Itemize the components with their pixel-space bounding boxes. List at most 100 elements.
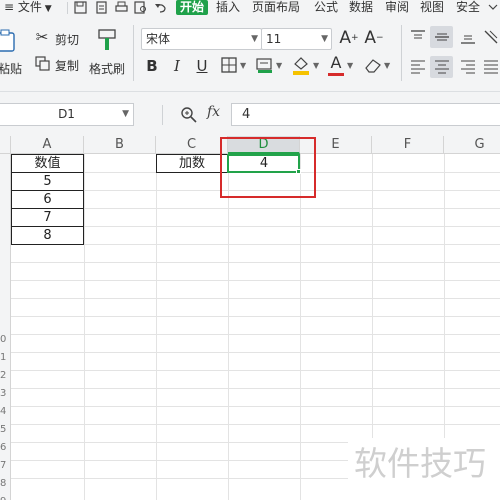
font-name-select[interactable]: 宋体 ▼ [141,28,262,50]
column-header-f[interactable]: F [372,136,444,154]
cut-button[interactable]: 剪切 [55,31,79,48]
chevron-down-icon[interactable] [488,2,498,12]
insert-function-button[interactable]: fx [207,104,220,120]
row-header[interactable]: 5 [0,424,11,442]
align-left-icon[interactable] [409,58,427,76]
menu-bar: ≡ 文件 ▼ 开始 插入 页面布局 公式 数据 审阅 视图 安全 [0,0,500,17]
formula-input[interactable]: 4 [231,103,500,126]
orientation-icon[interactable] [482,28,500,46]
chevron-down-icon[interactable]: ▼ [384,61,390,70]
cell-a4[interactable]: 7 [11,208,84,227]
chevron-down-icon: ▼ [321,34,328,44]
zoom-icon[interactable] [180,106,197,123]
row-header[interactable] [0,208,11,226]
column-header-c[interactable]: C [156,136,228,154]
font-size-select[interactable]: 11 ▼ [261,28,332,50]
gridline [228,154,229,500]
cell-c1[interactable]: 加数 [156,154,228,173]
bold-button[interactable]: B [143,56,161,76]
row-header[interactable]: 0 [0,334,11,352]
row-header[interactable] [0,172,11,190]
save-icon[interactable] [74,1,87,14]
column-header-a[interactable]: A [11,136,84,154]
ribbon-home: 粘贴 ✂ 剪切 复制 格式刷 宋体 ▼ 11 ▼ A + A − B I U ▼ ▼… [0,17,500,92]
row-header[interactable]: 6 [0,442,11,460]
tab-page-layout[interactable]: 页面布局 [252,0,300,15]
tab-view[interactable]: 视图 [420,0,444,15]
row-header[interactable]: 3 [0,388,11,406]
row-header[interactable] [0,154,11,172]
copy-icon [35,56,50,71]
output-pdf-icon[interactable] [95,1,108,14]
row-headers: 0 1 2 3 4 5 6 7 8 9 [0,154,11,500]
copy-button[interactable]: 复制 [55,57,79,74]
print-icon[interactable] [115,1,128,14]
row-header[interactable]: 1 [0,352,11,370]
file-menu[interactable]: ≡ 文件 ▼ [4,0,52,15]
row-header[interactable] [0,280,11,298]
hamburger-icon: ≡ [4,0,18,14]
row-header[interactable]: 8 [0,478,11,496]
highlight-box [220,137,316,198]
cell-a1[interactable]: 数值 [11,154,84,173]
italic-button[interactable]: I [168,56,186,76]
eraser-icon[interactable] [364,57,382,73]
tab-data[interactable]: 数据 [349,0,373,15]
cell-a5[interactable]: 8 [11,226,84,245]
chevron-down-icon[interactable]: ▼ [122,104,129,125]
justify-icon[interactable] [482,58,500,76]
scissors-icon: ✂ [35,28,49,46]
row-header[interactable] [0,244,11,262]
column-header-b[interactable]: B [84,136,156,154]
align-center-button[interactable] [430,56,453,78]
align-middle-icon [435,33,449,41]
font-color-swatch [328,73,344,76]
format-painter-button[interactable]: 格式刷 [89,60,125,77]
row-header[interactable] [0,226,11,244]
row-header[interactable]: 2 [0,370,11,388]
cell-a3[interactable]: 6 [11,190,84,209]
chevron-down-icon: ▼ [251,34,258,44]
cell-a2[interactable]: 5 [11,172,84,191]
row-header[interactable] [0,262,11,280]
tab-insert[interactable]: 插入 [216,0,240,15]
increase-font-size-button[interactable]: A + [338,27,360,49]
tab-review[interactable]: 审阅 [385,0,409,15]
tab-formulas[interactable]: 公式 [314,0,338,15]
row-header[interactable]: 9 [0,496,11,500]
underline-button[interactable]: U [193,56,211,76]
align-bottom-icon[interactable] [459,28,477,46]
row-header[interactable]: 7 [0,460,11,478]
chevron-down-icon[interactable]: ▼ [240,61,246,70]
align-right-icon[interactable] [459,58,477,76]
decrease-font-size-button[interactable]: A − [363,27,385,49]
tab-home[interactable]: 开始 [176,0,209,15]
chevron-down-icon[interactable]: ▼ [347,61,353,70]
cell-style-icon[interactable] [256,57,274,73]
row-header[interactable]: 4 [0,406,11,424]
divider [401,25,402,81]
borders-icon[interactable] [221,57,237,73]
chevron-down-icon: ▼ [41,4,52,14]
fill-color-icon[interactable] [292,55,310,75]
align-middle-button[interactable] [430,26,453,48]
tab-security[interactable]: 安全 [456,0,480,15]
print-preview-icon[interactable] [134,1,147,14]
row-header[interactable] [0,298,11,316]
chevron-down-icon[interactable]: ▼ [313,61,319,70]
font-color-button[interactable]: A [328,53,344,72]
divider [162,105,163,125]
chevron-down-icon[interactable]: ▼ [276,61,282,70]
align-top-icon[interactable] [409,28,427,46]
paste-icon[interactable] [0,29,18,53]
divider [67,2,68,14]
name-box[interactable]: D1 ▼ [0,103,134,126]
format-painter-icon[interactable] [96,28,118,52]
formula-bar: D1 ▼ fx 4 [0,92,500,136]
row-header[interactable] [0,190,11,208]
undo-icon[interactable] [154,1,167,14]
paste-button[interactable]: 粘贴 [0,60,22,77]
divider [133,25,134,81]
column-header-g[interactable]: G [444,136,500,154]
select-all-corner[interactable] [0,136,11,154]
